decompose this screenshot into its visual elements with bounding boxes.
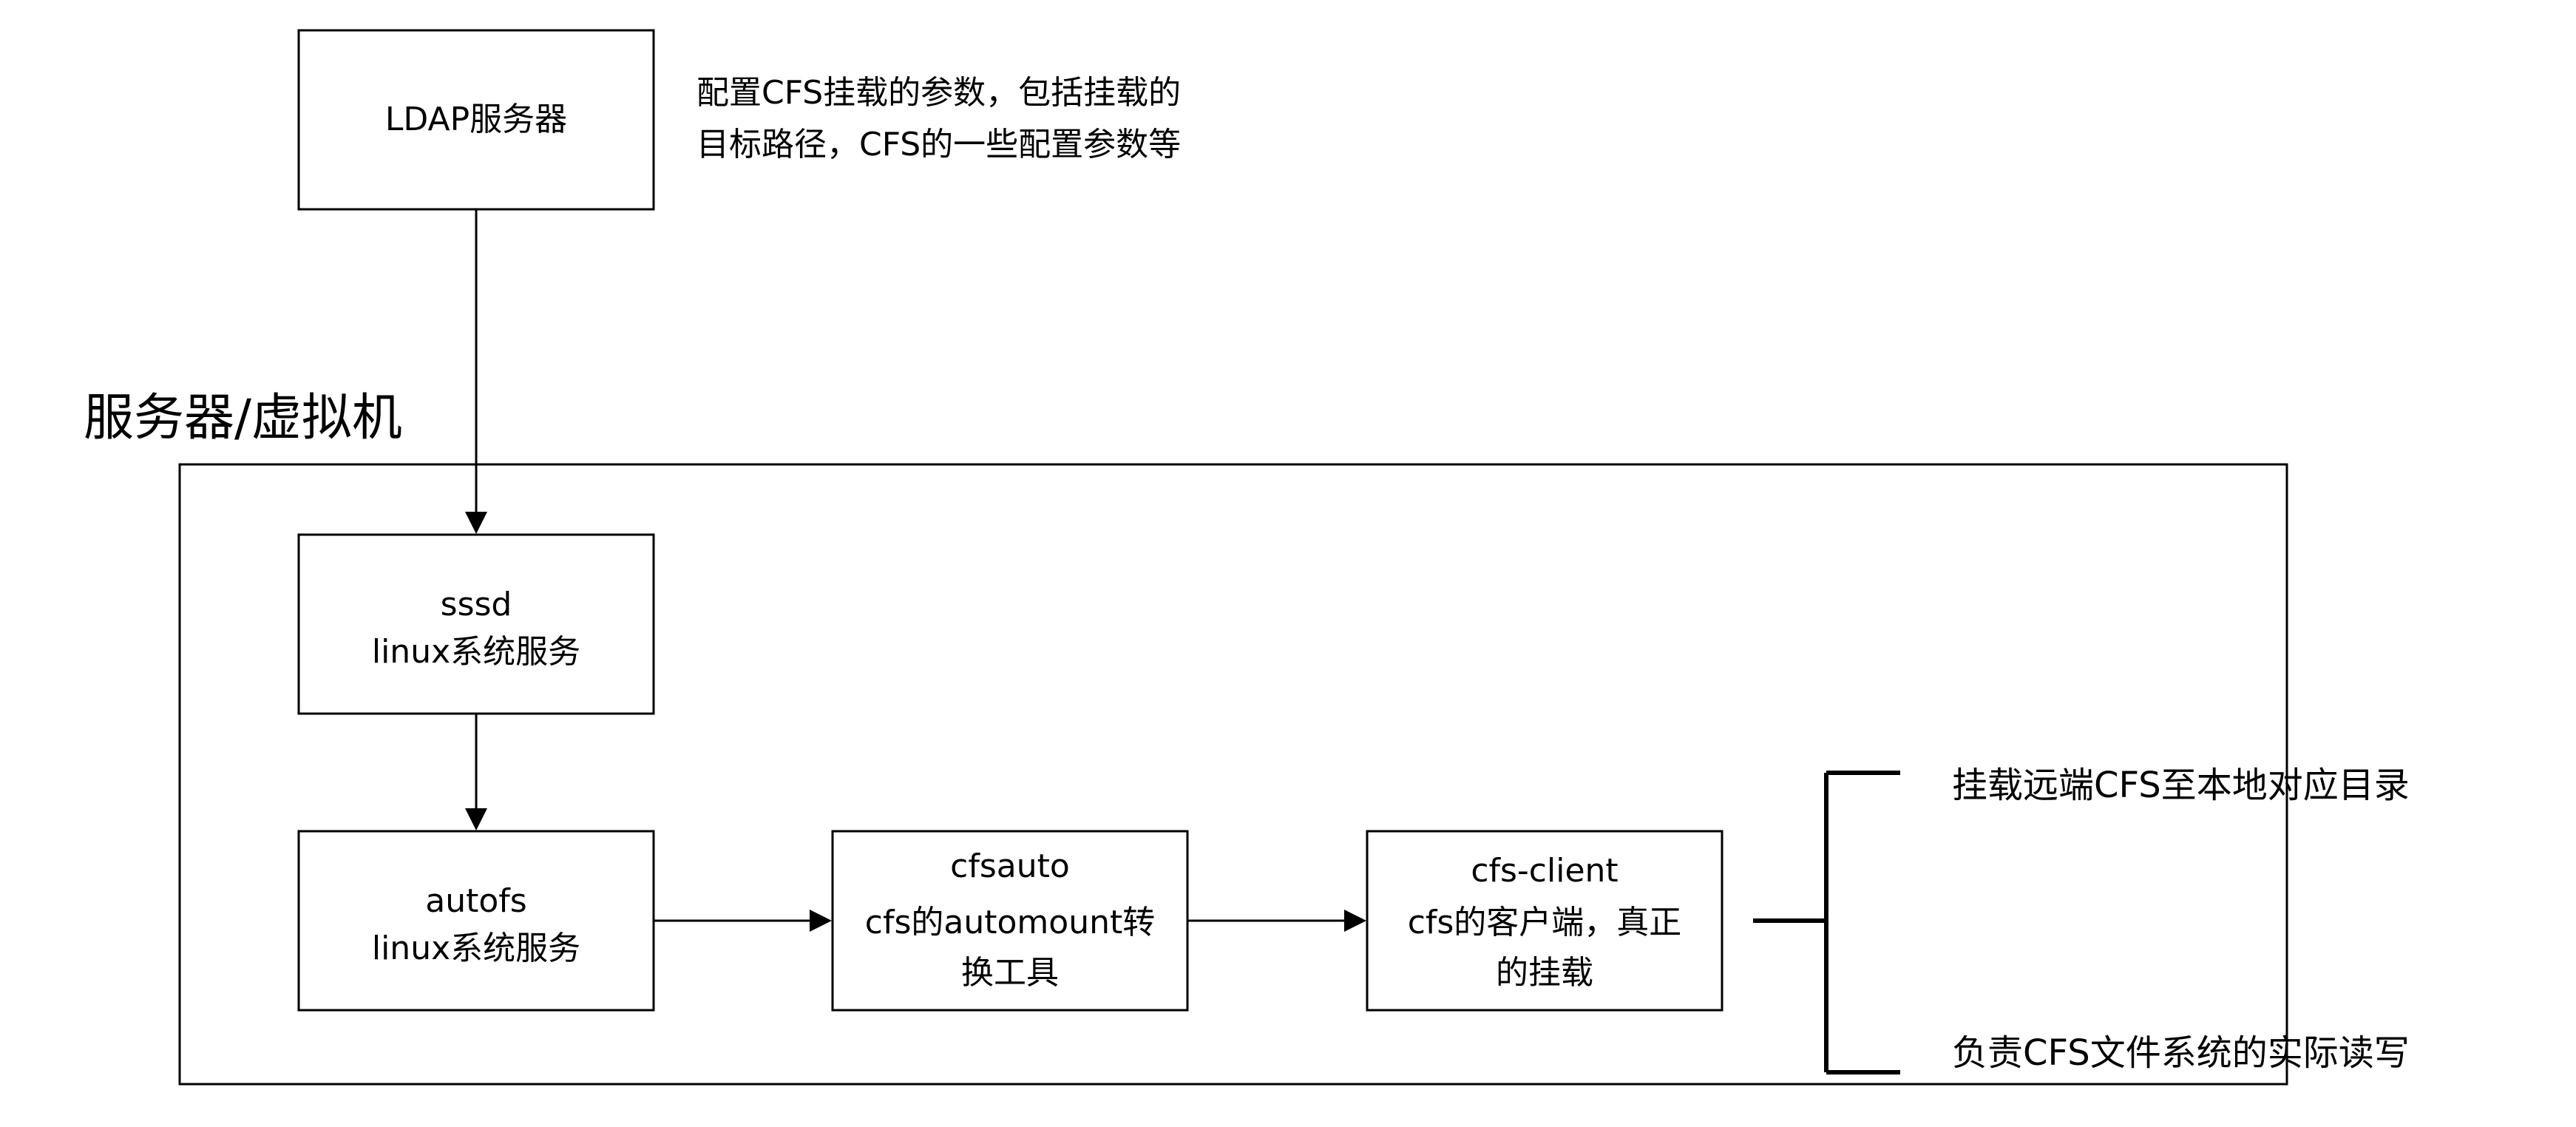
autofs-node: autofs linux系统服务 [297, 830, 655, 1012]
cfsauto-desc-line-1: cfs的automount转 [865, 904, 1155, 941]
sssd-title: sssd [441, 586, 512, 623]
ldap-note-line-1: 配置CFS挂载的参数，包括挂载的 [696, 74, 1181, 112]
ldap-note: 配置CFS挂载的参数，包括挂载的 目标路径，CFS的一些配置参数等 [696, 74, 1181, 163]
cfsauto-node: cfsauto cfs的automount转 换工具 [831, 830, 1189, 1012]
ldap-server-label: LDAP服务器 [385, 101, 567, 138]
read-write-note: 负责CFS文件系统的实际读写 [1952, 1032, 2410, 1074]
autofs-title: autofs [425, 882, 526, 920]
cfs-client-desc-line-1: cfs的客户端，真正 [1408, 904, 1682, 941]
cfsauto-title: cfsauto [950, 847, 1070, 885]
ldap-note-line-2: 目标路径，CFS的一些配置参数等 [696, 126, 1181, 163]
cfsauto-desc-line-2: 换工具 [961, 954, 1059, 992]
container-label: 服务器/虚拟机 [84, 389, 402, 447]
sssd-desc: linux系统服务 [372, 633, 580, 671]
mount-remote-note: 挂载远端CFS至本地对应目录 [1952, 765, 2410, 806]
responsibility-brace [1753, 771, 1900, 1074]
ldap-server-node: LDAP服务器 [297, 29, 655, 211]
cfs-client-node: cfs-client cfs的客户端，真正 的挂载 [1366, 830, 1723, 1012]
cfs-client-desc-line-2: 的挂载 [1496, 954, 1593, 992]
architecture-diagram: 服务器/虚拟机 LDAP服务器 配置CFS挂载的参数，包括挂载的 目标路径，CF… [84, 29, 2410, 1086]
sssd-node: sssd linux系统服务 [297, 533, 655, 715]
cfs-client-title: cfs-client [1471, 852, 1618, 890]
autofs-desc: linux系统服务 [372, 930, 580, 967]
